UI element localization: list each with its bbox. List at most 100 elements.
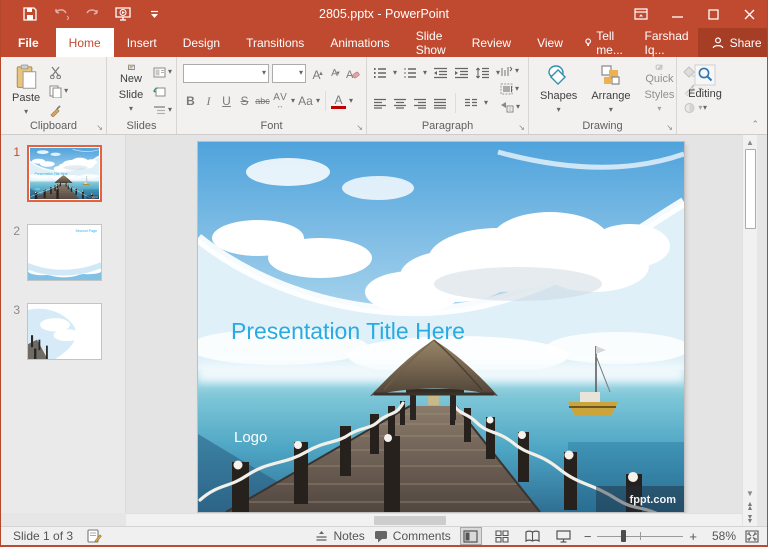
convert-smartart-icon[interactable]: ▾ <box>500 100 520 114</box>
slide-layout-icon[interactable]: ▾ <box>153 65 172 79</box>
arrange-button[interactable]: Arrange ▾ <box>586 62 635 118</box>
person-icon <box>712 37 724 49</box>
cut-icon[interactable] <box>49 65 68 79</box>
comments-button[interactable]: Comments <box>374 529 451 543</box>
share-button[interactable]: Share <box>697 28 767 57</box>
fit-slide-to-window-icon[interactable] <box>745 530 759 543</box>
bullets-icon[interactable] <box>373 67 387 79</box>
group-editing: Editing ▾ <box>677 57 731 134</box>
slide-editing-canvas[interactable] <box>126 135 767 513</box>
tab-review[interactable]: Review <box>459 28 524 57</box>
slide-sorter-view-button[interactable] <box>491 527 513 545</box>
align-right-icon[interactable] <box>413 98 427 109</box>
strikethrough-button[interactable]: S <box>237 92 252 110</box>
thumbnail-slide-1[interactable]: 1 <box>1 145 125 202</box>
tab-home[interactable]: Home <box>55 28 114 57</box>
tab-animations[interactable]: Animations <box>317 28 402 57</box>
zoom-in-icon[interactable]: + <box>689 529 697 544</box>
justify-icon[interactable] <box>433 98 447 109</box>
decrease-indent-icon[interactable] <box>433 67 448 79</box>
next-slide-button[interactable]: ▼ ▼ <box>743 513 757 526</box>
minimize-icon[interactable] <box>659 0 695 28</box>
notes-button[interactable]: Notes <box>315 529 365 543</box>
clear-formatting-icon[interactable]: A <box>345 64 360 82</box>
tab-design[interactable]: Design <box>170 28 233 57</box>
quick-access-toolbar <box>21 5 163 23</box>
group-paragraph: ▾ ▾ ▾ ▾ ▾ ▾ ▾ Paragraph ↘ <box>367 57 529 134</box>
zoom-slider[interactable]: − + <box>584 529 697 544</box>
horizontal-scroll-thumb[interactable] <box>374 516 446 525</box>
zoom-out-icon[interactable]: − <box>584 529 592 544</box>
maximize-icon[interactable] <box>695 0 731 28</box>
tab-slide-show[interactable]: Slide Show <box>403 28 459 57</box>
quick-styles-button[interactable]: Quick Styles ▾ <box>639 62 679 118</box>
increase-font-size-button[interactable]: A ▲ <box>309 64 324 82</box>
start-from-beginning-icon[interactable] <box>114 5 132 23</box>
zoom-slider-thumb[interactable] <box>621 530 627 542</box>
underline-button[interactable]: U <box>219 92 234 110</box>
decrease-font-size-button[interactable]: A ▼ <box>327 64 342 82</box>
align-left-icon[interactable] <box>373 98 387 109</box>
slideshow-view-button[interactable] <box>553 527 575 545</box>
font-size-combo[interactable]: ▾ <box>272 63 306 83</box>
vertical-scroll-thumb[interactable] <box>744 149 756 229</box>
clipboard-dialog-launcher[interactable]: ↘ <box>96 123 103 132</box>
customize-quick-access-icon[interactable] <box>145 5 163 23</box>
normal-view-button[interactable] <box>459 527 482 545</box>
drawing-dialog-launcher[interactable]: ↘ <box>666 123 673 132</box>
horizontal-scrollbar[interactable] <box>126 513 744 526</box>
tab-view[interactable]: View <box>524 28 576 57</box>
numbering-icon[interactable] <box>403 67 417 79</box>
paste-button[interactable]: Paste ▾ <box>7 62 45 118</box>
scroll-down-icon[interactable]: ▼ <box>743 486 757 500</box>
close-icon[interactable] <box>731 0 767 28</box>
font-name-combo[interactable]: ▾ <box>183 63 269 83</box>
tab-insert[interactable]: Insert <box>114 28 170 57</box>
change-case-button[interactable]: Aa <box>298 92 313 110</box>
window-controls <box>623 0 767 28</box>
undo-icon[interactable] <box>52 5 70 23</box>
ribbon: Paste ▾ ▾ Clipboard ↘ New Slide ▾ ▾ ▾ Sl… <box>1 57 767 135</box>
vertical-scrollbar[interactable]: ▲ ▼ ▲ ▲ ▼ ▼ <box>742 135 757 526</box>
save-icon[interactable] <box>21 5 39 23</box>
redo-icon[interactable] <box>83 5 101 23</box>
format-painter-icon[interactable] <box>49 103 68 117</box>
reading-view-button[interactable] <box>522 527 544 545</box>
ribbon-display-options-icon[interactable] <box>623 0 659 28</box>
new-slide-button[interactable]: New Slide ▾ <box>113 62 149 118</box>
text-shadow-button[interactable]: abc <box>255 92 270 110</box>
notes-icon <box>315 531 328 542</box>
collapse-ribbon-icon[interactable]: ⌃ <box>751 119 759 130</box>
zoom-percentage[interactable]: 58% <box>706 529 736 543</box>
editing-button[interactable]: Editing ▾ <box>683 62 727 118</box>
italic-button[interactable]: I <box>201 92 216 110</box>
align-center-icon[interactable] <box>393 98 407 109</box>
paste-dropdown-caret[interactable]: ▾ <box>24 108 28 116</box>
character-spacing-button[interactable]: AV ↔ <box>273 92 288 110</box>
tab-file[interactable]: File <box>1 28 56 57</box>
columns-icon[interactable] <box>464 98 478 109</box>
current-slide[interactable] <box>198 142 684 512</box>
font-dialog-launcher[interactable]: ↘ <box>356 123 363 132</box>
align-text-icon[interactable]: ▾ <box>500 82 520 96</box>
thumbnail-slide-3[interactable]: 3 <box>1 303 125 360</box>
font-color-button[interactable]: A <box>331 93 347 109</box>
previous-slide-button[interactable]: ▲ ▲ <box>743 500 757 513</box>
copy-icon[interactable]: ▾ <box>49 84 68 98</box>
account-name[interactable]: Farshad Iq... <box>636 28 698 57</box>
tab-transitions[interactable]: Transitions <box>233 28 317 57</box>
text-direction-icon[interactable]: ▾ <box>500 64 520 78</box>
thumbnail-slide-2[interactable]: 2 <box>1 224 125 281</box>
section-icon[interactable]: ▾ <box>153 103 172 117</box>
spell-check-icon[interactable] <box>87 529 102 543</box>
paragraph-dialog-launcher[interactable]: ↘ <box>518 123 525 132</box>
line-spacing-icon[interactable] <box>475 67 490 79</box>
bold-button[interactable]: B <box>183 92 198 110</box>
shapes-button[interactable]: Shapes ▾ <box>535 62 582 118</box>
tell-me-box[interactable]: Tell me... <box>576 28 636 57</box>
scroll-up-icon[interactable]: ▲ <box>743 135 757 149</box>
ribbon-filler: ⌃ <box>731 57 767 134</box>
increase-indent-icon[interactable] <box>454 67 469 79</box>
group-slides: New Slide ▾ ▾ ▾ Slides <box>107 57 177 134</box>
reset-slide-icon[interactable] <box>153 84 172 98</box>
